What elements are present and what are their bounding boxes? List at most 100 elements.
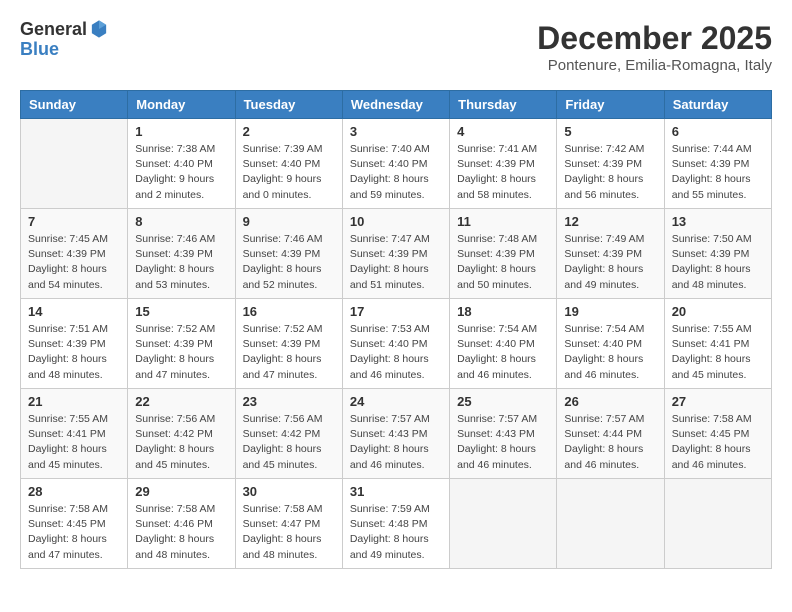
day-info: Sunrise: 7:58 AMSunset: 4:45 PMDaylight:… [672,412,764,473]
calendar-cell: 21Sunrise: 7:55 AMSunset: 4:41 PMDayligh… [21,389,128,479]
day-of-week-header: Friday [557,91,664,119]
day-info: Sunrise: 7:46 AMSunset: 4:39 PMDaylight:… [135,232,227,293]
calendar-cell: 17 Sunrise: 7:53 AMSunset: 4:40 PMDayligh… [342,299,449,389]
day-number: 4 [457,124,549,139]
day-info: Sunrise: 7:57 AMSunset: 4:44 PMDaylight:… [564,412,656,473]
logo-blue: Blue [20,40,109,60]
day-number: 24 [350,394,442,409]
calendar-week-row: 1 Sunrise: 7:38 AMSunset: 4:40 PMDaylight… [21,119,772,209]
day-of-week-header: Monday [128,91,235,119]
day-of-week-header: Wednesday [342,91,449,119]
day-number: 5 [564,124,656,139]
logo-icon [89,19,109,39]
logo-general: General [20,20,109,40]
calendar-cell: 4 Sunrise: 7:41 AMSunset: 4:39 PMDaylight… [450,119,557,209]
day-of-week-header: Sunday [21,91,128,119]
calendar-cell: 25 Sunrise: 7:57 AMSunset: 4:43 PMDayligh… [450,389,557,479]
calendar-cell: 23Sunrise: 7:56 AMSunset: 4:42 PMDayligh… [235,389,342,479]
day-number: 21 [28,394,120,409]
day-info: Sunrise: 7:39 AMSunset: 4:40 PMDaylight:… [243,142,335,203]
day-info: Sunrise: 7:38 AMSunset: 4:40 PMDaylight:… [135,142,227,203]
calendar-cell [557,479,664,569]
calendar-cell: 31 Sunrise: 7:59 AMSunset: 4:48 PMDayligh… [342,479,449,569]
day-info: Sunrise: 7:58 AMSunset: 4:46 PMDaylight:… [135,502,227,563]
calendar: SundayMondayTuesdayWednesdayThursdayFrid… [20,90,772,569]
day-number: 27 [672,394,764,409]
day-number: 1 [135,124,227,139]
calendar-cell: 1 Sunrise: 7:38 AMSunset: 4:40 PMDaylight… [128,119,235,209]
day-info: Sunrise: 7:42 AMSunset: 4:39 PMDaylight:… [564,142,656,203]
calendar-cell: 19Sunrise: 7:54 AMSunset: 4:40 PMDayligh… [557,299,664,389]
day-number: 30 [243,484,335,499]
day-info: Sunrise: 7:56 AMSunset: 4:42 PMDaylight:… [135,412,227,473]
location: Pontenure, Emilia-Romagna, Italy [537,57,772,74]
calendar-cell: 29 Sunrise: 7:58 AMSunset: 4:46 PMDayligh… [128,479,235,569]
day-number: 25 [457,394,549,409]
day-number: 28 [28,484,120,499]
calendar-cell: 28 Sunrise: 7:58 AMSunset: 4:45 PMDayligh… [21,479,128,569]
month-title: December 2025 [537,20,772,57]
day-number: 22 [135,394,227,409]
day-info: Sunrise: 7:44 AMSunset: 4:39 PMDaylight:… [672,142,764,203]
day-of-week-header: Tuesday [235,91,342,119]
day-number: 8 [135,214,227,229]
day-number: 2 [243,124,335,139]
calendar-cell: 6 Sunrise: 7:44 AMSunset: 4:39 PMDaylight… [664,119,771,209]
day-info: Sunrise: 7:53 AMSunset: 4:40 PMDaylight:… [350,322,442,383]
calendar-cell: 22 Sunrise: 7:56 AMSunset: 4:42 PMDayligh… [128,389,235,479]
day-info: Sunrise: 7:41 AMSunset: 4:39 PMDaylight:… [457,142,549,203]
day-number: 12 [564,214,656,229]
day-number: 29 [135,484,227,499]
day-info: Sunrise: 7:57 AMSunset: 4:43 PMDaylight:… [350,412,442,473]
day-info: Sunrise: 7:45 AMSunset: 4:39 PMDaylight:… [28,232,120,293]
day-number: 13 [672,214,764,229]
calendar-cell: 10Sunrise: 7:47 AMSunset: 4:39 PMDayligh… [342,209,449,299]
calendar-cell [450,479,557,569]
calendar-cell: 26 Sunrise: 7:57 AMSunset: 4:44 PMDayligh… [557,389,664,479]
day-of-week-header: Thursday [450,91,557,119]
day-info: Sunrise: 7:59 AMSunset: 4:48 PMDaylight:… [350,502,442,563]
day-info: Sunrise: 7:58 AMSunset: 4:47 PMDaylight:… [243,502,335,563]
day-number: 6 [672,124,764,139]
day-info: Sunrise: 7:54 AMSunset: 4:40 PMDaylight:… [457,322,549,383]
day-info: Sunrise: 7:40 AMSunset: 4:40 PMDaylight:… [350,142,442,203]
calendar-cell: 20 Sunrise: 7:55 AMSunset: 4:41 PMDayligh… [664,299,771,389]
calendar-week-row: 7Sunrise: 7:45 AMSunset: 4:39 PMDaylight… [21,209,772,299]
day-info: Sunrise: 7:46 AMSunset: 4:39 PMDaylight:… [243,232,335,293]
logo-text: General Blue [20,20,109,60]
title-block: December 2025 Pontenure, Emilia-Romagna,… [537,20,772,74]
day-number: 26 [564,394,656,409]
day-info: Sunrise: 7:50 AMSunset: 4:39 PMDaylight:… [672,232,764,293]
calendar-cell [664,479,771,569]
calendar-cell: 24 Sunrise: 7:57 AMSunset: 4:43 PMDayligh… [342,389,449,479]
calendar-cell: 12 Sunrise: 7:49 AMSunset: 4:39 PMDayligh… [557,209,664,299]
day-number: 11 [457,214,549,229]
calendar-cell: 8 Sunrise: 7:46 AMSunset: 4:39 PMDaylight… [128,209,235,299]
calendar-cell [21,119,128,209]
day-info: Sunrise: 7:58 AMSunset: 4:45 PMDaylight:… [28,502,120,563]
day-number: 17 [350,304,442,319]
calendar-cell: 7Sunrise: 7:45 AMSunset: 4:39 PMDaylight… [21,209,128,299]
calendar-cell: 15Sunrise: 7:52 AMSunset: 4:39 PMDayligh… [128,299,235,389]
day-info: Sunrise: 7:49 AMSunset: 4:39 PMDaylight:… [564,232,656,293]
day-info: Sunrise: 7:54 AMSunset: 4:40 PMDaylight:… [564,322,656,383]
calendar-cell: 27 Sunrise: 7:58 AMSunset: 4:45 PMDayligh… [664,389,771,479]
day-info: Sunrise: 7:55 AMSunset: 4:41 PMDaylight:… [672,322,764,383]
day-info: Sunrise: 7:52 AMSunset: 4:39 PMDaylight:… [135,322,227,383]
calendar-cell: 16Sunrise: 7:52 AMSunset: 4:39 PMDayligh… [235,299,342,389]
calendar-cell: 11Sunrise: 7:48 AMSunset: 4:39 PMDayligh… [450,209,557,299]
day-number: 31 [350,484,442,499]
calendar-week-row: 14Sunrise: 7:51 AMSunset: 4:39 PMDayligh… [21,299,772,389]
calendar-cell: 18Sunrise: 7:54 AMSunset: 4:40 PMDayligh… [450,299,557,389]
day-info: Sunrise: 7:57 AMSunset: 4:43 PMDaylight:… [457,412,549,473]
day-number: 3 [350,124,442,139]
calendar-cell: 3 Sunrise: 7:40 AMSunset: 4:40 PMDaylight… [342,119,449,209]
calendar-cell: 2 Sunrise: 7:39 AMSunset: 4:40 PMDaylight… [235,119,342,209]
header: General Blue December 2025 Pontenure, Em… [20,20,772,74]
day-info: Sunrise: 7:56 AMSunset: 4:42 PMDaylight:… [243,412,335,473]
calendar-cell: 9Sunrise: 7:46 AMSunset: 4:39 PMDaylight… [235,209,342,299]
calendar-header-row: SundayMondayTuesdayWednesdayThursdayFrid… [21,91,772,119]
calendar-cell: 30 Sunrise: 7:58 AMSunset: 4:47 PMDayligh… [235,479,342,569]
logo: General Blue [20,20,109,60]
day-number: 20 [672,304,764,319]
